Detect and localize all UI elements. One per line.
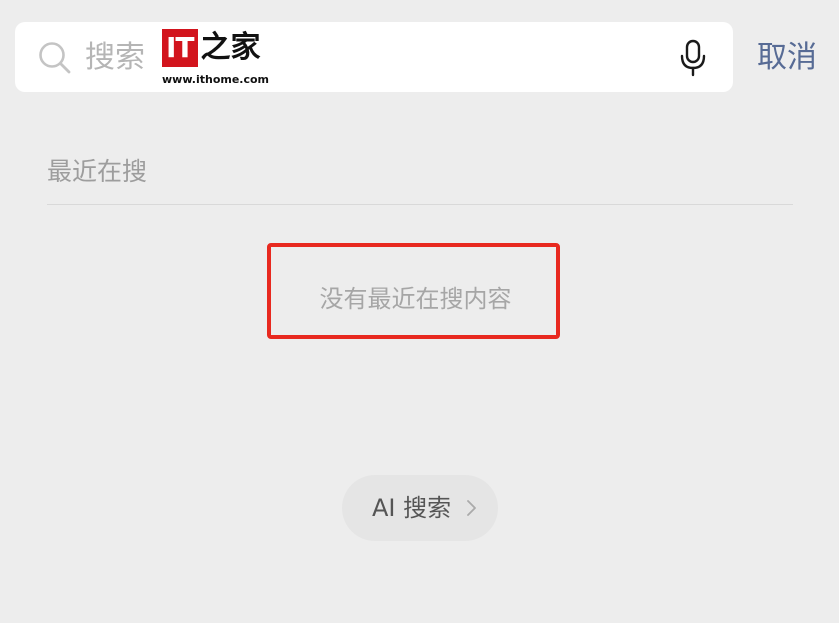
search-icon	[39, 42, 71, 74]
watermark-url: www.ithome.com	[162, 73, 270, 86]
microphone-icon[interactable]	[677, 39, 709, 77]
empty-state-text: 没有最近在搜内容	[319, 285, 512, 313]
ithome-watermark: IT 之家 www.ithome.com	[162, 29, 272, 87]
ithome-logo: IT 之家	[162, 29, 261, 67]
search-bar[interactable]: IT之家 www.ithome.com	[15, 22, 733, 92]
cancel-button[interactable]: 取消	[757, 38, 817, 78]
divider	[47, 204, 793, 205]
recent-searches-title: 最近在搜	[47, 157, 148, 186]
ai-search-button[interactable]: AI 搜索	[342, 475, 498, 541]
chevron-right-icon	[467, 500, 476, 516]
ai-search-label: AI 搜索	[372, 494, 452, 522]
